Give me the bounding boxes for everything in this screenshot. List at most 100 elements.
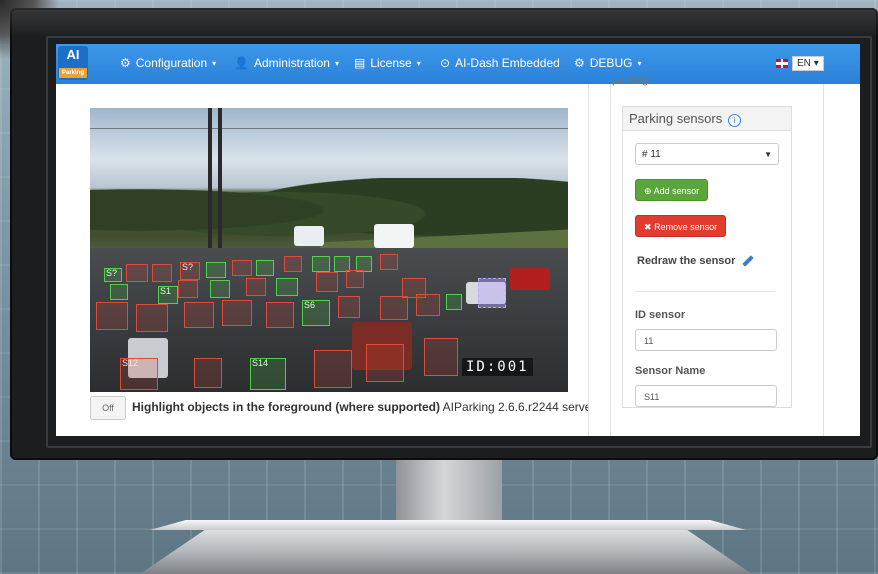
nav-license[interactable]: ▤ License ▾ bbox=[354, 56, 421, 70]
sensor-box-label: S12 bbox=[122, 358, 139, 368]
sensor-box-label: S1 bbox=[160, 286, 172, 296]
sensor-box[interactable] bbox=[178, 280, 198, 298]
sensor-box[interactable] bbox=[232, 260, 252, 276]
logo-tag: Parking bbox=[59, 68, 87, 78]
aiparking-logo[interactable]: AI Parking bbox=[58, 46, 88, 80]
language-selector[interactable]: EN ▾ bbox=[776, 56, 824, 71]
power-wire bbox=[90, 128, 568, 129]
bezel-shine bbox=[10, 8, 878, 38]
remove-sensor-label: Remove sensor bbox=[654, 222, 718, 232]
sensor-box[interactable] bbox=[380, 296, 408, 320]
camera-id-overlay: ID:001 bbox=[462, 358, 533, 376]
monitor-stand-base-edge bbox=[150, 520, 746, 530]
add-sensor-button[interactable]: ⊕ Add sensor bbox=[635, 179, 709, 201]
app-screen: AI Parking ⚙ Configuration ▾ 👤 Administr… bbox=[56, 44, 860, 436]
sensor-box[interactable] bbox=[312, 256, 330, 272]
sensor-box[interactable] bbox=[416, 294, 440, 316]
top-navbar: AI Parking ⚙ Configuration ▾ 👤 Administr… bbox=[56, 44, 860, 84]
sensor-box[interactable] bbox=[206, 262, 226, 278]
sensor-box[interactable] bbox=[346, 270, 364, 288]
chevron-down-icon: ▾ bbox=[334, 58, 339, 68]
selected-sensor-box[interactable] bbox=[478, 278, 506, 308]
camera-view[interactable]: S? S? S1 S6 S12 S14 ID:001 bbox=[90, 108, 568, 392]
nav-license-label: License bbox=[370, 56, 412, 70]
sensor-box[interactable]: S6 bbox=[302, 300, 330, 326]
sensor-box[interactable] bbox=[380, 254, 398, 270]
sensor-box[interactable] bbox=[222, 300, 252, 326]
info-icon[interactable]: i bbox=[727, 114, 741, 127]
sensor-box[interactable]: S? bbox=[180, 262, 200, 280]
sensor-box[interactable] bbox=[184, 302, 214, 328]
nav-ai-dash[interactable]: ⊙ AI-Dash Embedded bbox=[440, 56, 560, 70]
nav-debug-label: DEBUG bbox=[589, 56, 633, 70]
sensor-box[interactable] bbox=[136, 304, 168, 332]
sensor-name-field[interactable]: S11 bbox=[635, 385, 777, 407]
sensor-box[interactable] bbox=[266, 302, 294, 328]
chevron-down-icon: ▾ bbox=[416, 58, 421, 68]
id-sensor-field[interactable]: 11 bbox=[635, 329, 777, 351]
sensor-box[interactable] bbox=[284, 256, 302, 272]
sensor-box[interactable] bbox=[194, 358, 222, 388]
nav-administration-label: Administration bbox=[253, 56, 330, 70]
sensor-select[interactable]: # 11 ▼ bbox=[635, 143, 779, 165]
gear-icon: ⚙ bbox=[574, 56, 585, 70]
sensor-box[interactable] bbox=[246, 278, 266, 296]
gear-icon: ⚙ bbox=[120, 56, 131, 70]
sensor-box-label: S? bbox=[106, 268, 118, 278]
chevron-down-icon: ▼ bbox=[764, 150, 772, 159]
nav-debug[interactable]: ⚙ DEBUG ▾ bbox=[574, 56, 641, 70]
chevron-down-icon: ▾ bbox=[212, 58, 217, 68]
parking-sensors-header: Parking sensors i bbox=[623, 107, 791, 131]
sensor-box[interactable] bbox=[446, 294, 462, 310]
nav-administration[interactable]: 👤 Administration ▾ bbox=[234, 56, 339, 70]
language-select[interactable]: EN ▾ bbox=[792, 56, 824, 71]
car bbox=[294, 226, 324, 246]
utility-pole bbox=[218, 108, 222, 248]
close-icon: ✖ bbox=[644, 222, 652, 232]
sensor-box[interactable] bbox=[152, 264, 172, 282]
sensor-box[interactable] bbox=[276, 278, 298, 296]
parking-sensors-title: Parking sensors bbox=[629, 111, 723, 126]
sensor-box[interactable]: S1 bbox=[158, 286, 178, 304]
logo-text: AI bbox=[66, 47, 80, 62]
monitor-frame: AI Parking ⚙ Configuration ▾ 👤 Administr… bbox=[10, 8, 878, 460]
add-sensor-label: Add sensor bbox=[653, 186, 700, 196]
sensor-box[interactable] bbox=[314, 350, 352, 388]
divider bbox=[635, 291, 775, 292]
highlight-label: Highlight objects in the foreground (whe… bbox=[132, 400, 440, 414]
remove-sensor-button[interactable]: ✖ Remove sensor bbox=[635, 215, 727, 237]
sensor-box-label: S14 bbox=[252, 358, 269, 368]
nav-configuration[interactable]: ⚙ Configuration ▾ bbox=[120, 56, 216, 70]
sensor-box[interactable] bbox=[126, 264, 148, 282]
highlight-description: Highlight objects in the foreground (whe… bbox=[132, 400, 635, 414]
highlight-toggle[interactable]: Off bbox=[90, 396, 126, 420]
redraw-sensor-label: Redraw the sensor bbox=[637, 255, 736, 267]
chevron-down-icon: ▾ bbox=[637, 58, 642, 68]
sensor-box[interactable]: S14 bbox=[250, 358, 286, 390]
sensor-box[interactable]: S? bbox=[104, 268, 122, 282]
parking-sensors-panel: Parking sensors i # 11 ▼ ⊕ Add sensor ✖ … bbox=[622, 106, 792, 408]
sensor-box[interactable] bbox=[256, 260, 274, 276]
sensor-box-label: S? bbox=[182, 262, 194, 272]
monitor-stand-base bbox=[140, 524, 752, 574]
plus-icon: ⊕ bbox=[644, 186, 652, 196]
sensor-box-label: S6 bbox=[304, 300, 316, 310]
sensor-box[interactable] bbox=[338, 296, 360, 318]
nav-configuration-label: Configuration bbox=[135, 56, 208, 70]
sensor-box[interactable] bbox=[366, 344, 404, 382]
utility-pole bbox=[208, 108, 212, 258]
dashboard-icon: ⊙ bbox=[440, 56, 451, 70]
sensor-box[interactable] bbox=[424, 338, 458, 376]
sensor-box[interactable] bbox=[316, 272, 338, 292]
sensor-box[interactable]: S12 bbox=[120, 358, 158, 390]
car bbox=[510, 268, 550, 290]
id-sensor-label: ID sensor bbox=[635, 309, 686, 321]
sensor-name-label: Sensor Name bbox=[635, 365, 706, 377]
sensor-box[interactable] bbox=[210, 280, 230, 298]
redraw-sensor-link[interactable]: Redraw the sensor bbox=[637, 255, 755, 267]
license-card-icon: ▤ bbox=[354, 56, 366, 70]
language-value: EN bbox=[797, 58, 811, 69]
sensor-box[interactable] bbox=[96, 302, 128, 330]
sensor-box[interactable] bbox=[110, 284, 128, 300]
nav-ai-dash-label: AI-Dash Embedded bbox=[455, 56, 560, 70]
